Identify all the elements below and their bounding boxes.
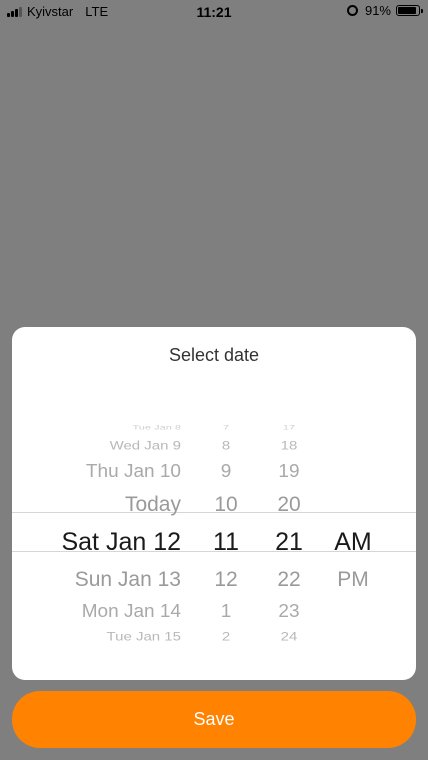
picker-hour-option[interactable]: 11 <box>204 527 248 557</box>
picker-hour-option[interactable]: 10 <box>204 490 248 520</box>
sheet-title: Select date <box>168 345 260 365</box>
picker-row[interactable]: Sun Jan 13 12 22 PM <box>12 565 416 595</box>
picker-minute-option[interactable]: 20 <box>266 490 312 520</box>
picker-date-option[interactable]: Wed Jan 9 <box>110 434 181 459</box>
date-picker-sheet: Select date Tue Jan 8 7 17 Wed Jan 9 8 18 Thu … <box>12 327 416 680</box>
picker-row[interactable]: Thu Jan 10 9 19 <box>12 457 416 487</box>
picker-ampm-option[interactable]: PM <box>330 565 376 595</box>
picker-row-selected[interactable]: Sat Jan 12 11 21 AM <box>12 527 416 557</box>
save-button[interactable]: Save <box>12 691 416 748</box>
picker-hour-option[interactable]: 9 <box>204 458 248 487</box>
picker-minute-option[interactable]: 22 <box>266 565 312 595</box>
picker-date-option[interactable]: Sat Jan 12 <box>61 527 181 557</box>
status-bar: Kyivstar LTE 11:21 91% <box>0 0 428 24</box>
picker-hour-option[interactable]: 12 <box>204 565 248 595</box>
status-right: 91% <box>346 3 423 18</box>
picker-row[interactable]: Today 10 20 <box>12 490 416 520</box>
picker-ampm-option[interactable] <box>330 490 376 520</box>
picker-ampm-option[interactable] <box>330 458 376 487</box>
picker-hour-option[interactable]: 8 <box>204 434 248 459</box>
alarm-clock-icon <box>346 5 358 16</box>
picker-date-option[interactable]: Thu Jan 10 <box>86 458 181 487</box>
picker-minute-option[interactable]: 19 <box>266 458 312 487</box>
picker-ampm-option[interactable]: AM <box>330 527 376 557</box>
date-time-picker[interactable]: Tue Jan 8 7 17 Wed Jan 9 8 18 Thu Jan 10 9 19 Tod… <box>12 417 416 645</box>
picker-date-option[interactable]: Sun Jan 13 <box>75 565 181 595</box>
picker-date-option[interactable]: Today <box>125 490 181 520</box>
picker-minute-option[interactable]: 18 <box>266 434 312 459</box>
battery-icon <box>396 5 423 16</box>
picker-row[interactable]: Wed Jan 16325 <box>12 639 416 645</box>
modal-backdrop[interactable] <box>0 24 428 324</box>
picker-minute-option[interactable]: 21 <box>266 527 312 557</box>
battery-percent: 91% <box>364 3 391 18</box>
picker-ampm-option[interactable] <box>330 434 376 459</box>
